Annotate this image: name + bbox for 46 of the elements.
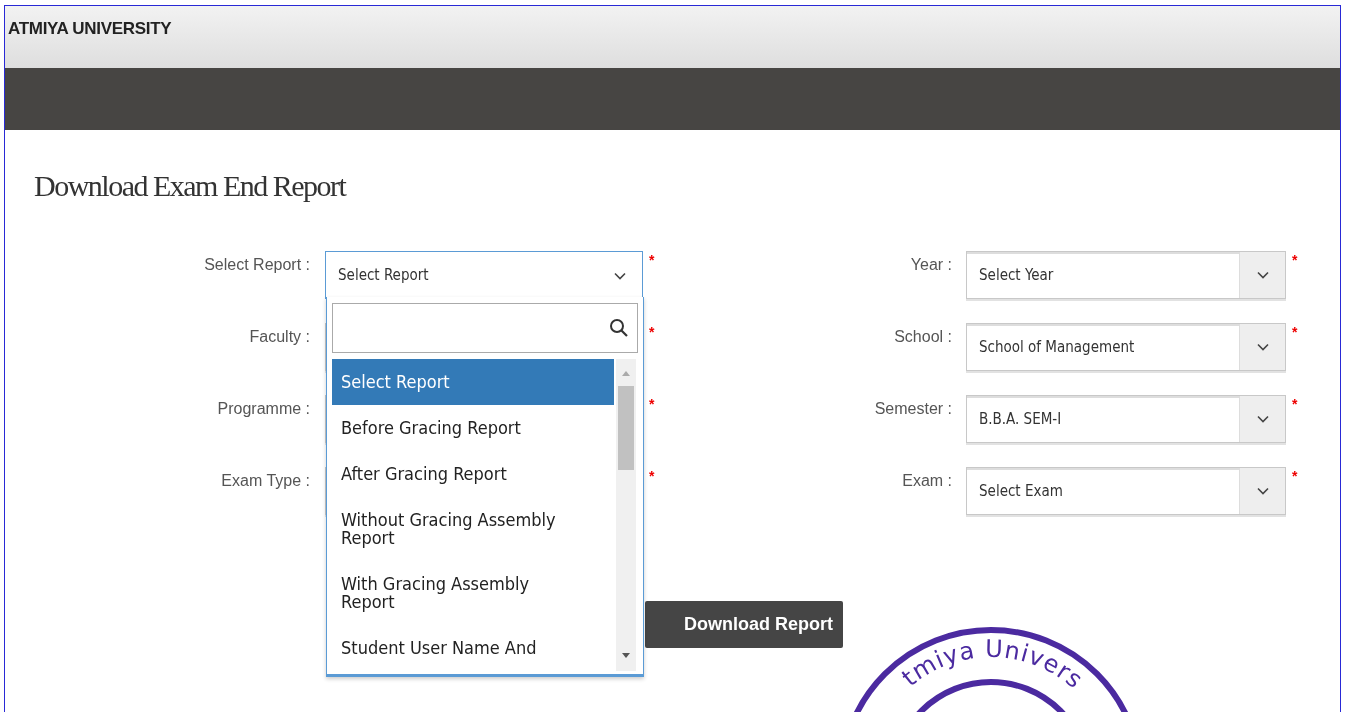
required-mark: * [1292, 253, 1298, 267]
field-label: Faculty : [249, 328, 310, 346]
field-label: School : [894, 328, 952, 346]
dropdown-button[interactable] [1239, 252, 1285, 298]
select-value: School of Management [978, 338, 1136, 356]
field-label: Exam Type : [221, 472, 310, 490]
dropdown-option[interactable]: Select Report [332, 359, 614, 405]
dropdown-option[interactable]: With Gracing Assembly Report [332, 561, 614, 625]
chevron-down-icon [1256, 415, 1269, 423]
search-icon [609, 318, 629, 338]
select-value: B.B.A. SEM-I [978, 410, 1063, 428]
dropdown-select[interactable]: School of Management [966, 323, 1286, 371]
download-report-button[interactable]: Download Report [645, 601, 843, 648]
required-mark: * [649, 253, 655, 267]
dropdown-select[interactable]: Select Exam [966, 467, 1286, 515]
required-mark: * [649, 469, 655, 483]
dropdown-option[interactable]: Without Gracing Assembly Report [332, 497, 614, 561]
chevron-down-icon [1256, 487, 1269, 495]
dropdown-option[interactable]: Student User Name And [332, 625, 614, 671]
required-mark: * [649, 397, 655, 411]
chevron-down-icon [1256, 343, 1269, 351]
dropdown-button[interactable] [1239, 324, 1285, 370]
dropdown-option[interactable]: Before Gracing Report [332, 405, 614, 451]
select-value: Select Year [978, 266, 1055, 284]
dropdown-select[interactable]: Select Year [966, 251, 1286, 299]
dropdown-select[interactable]: B.B.A. SEM-I [966, 395, 1286, 443]
field-label: Exam : [902, 472, 952, 490]
field-label: Select Report : [204, 256, 310, 274]
required-mark: * [1292, 325, 1298, 339]
field-label: Year : [910, 256, 952, 274]
dropdown-option[interactable]: After Gracing Report [332, 451, 614, 497]
required-mark: * [1292, 469, 1298, 483]
required-mark: * [649, 325, 655, 339]
required-mark: * [1292, 397, 1298, 411]
chevron-down-icon [614, 272, 626, 280]
dropdown-select[interactable]: Select Report [325, 251, 643, 299]
dropdown-button[interactable] [1239, 396, 1285, 442]
search-field[interactable] [332, 303, 638, 353]
brand-name: ATMIYA UNIVERSITY [8, 19, 172, 38]
dropdown-button[interactable] [1239, 468, 1285, 514]
select-value: Select Report [337, 266, 430, 284]
page-title: Download Exam End Report [34, 168, 346, 204]
field-label: Semester : [874, 400, 952, 418]
chevron-down-icon [1256, 271, 1269, 279]
field-label: Programme : [217, 400, 310, 418]
select-value: Select Exam [978, 482, 1064, 500]
